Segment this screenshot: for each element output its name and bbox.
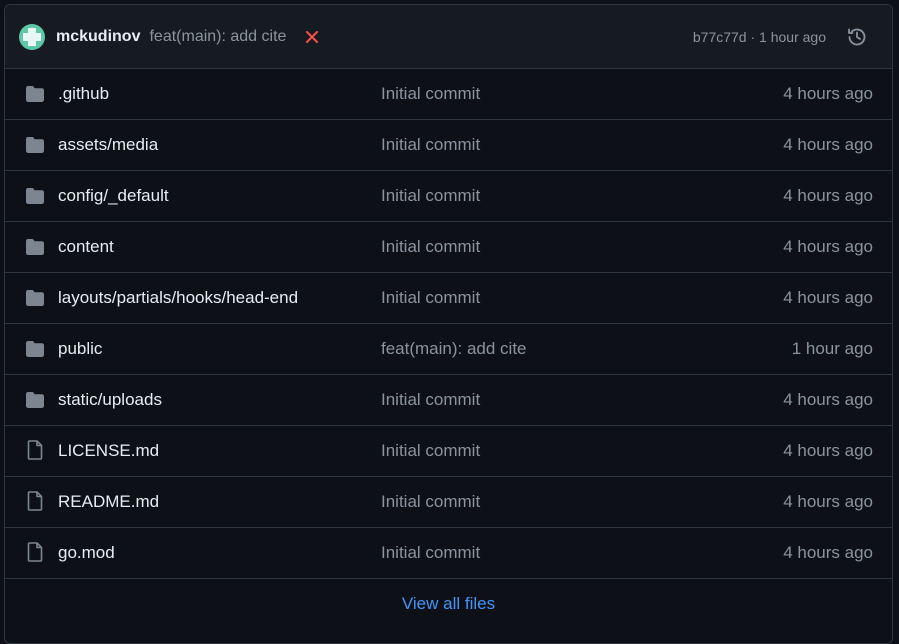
file-commit-message-link[interactable]: Initial commit: [381, 84, 480, 104]
file-commit-message-link[interactable]: Initial commit: [381, 237, 480, 257]
file-name-link[interactable]: layouts/partials/hooks/head-end: [58, 288, 298, 308]
folder-icon: [25, 340, 45, 360]
file-row[interactable]: .github Initial commit 4 hours ago: [5, 69, 892, 120]
file-row[interactable]: LICENSE.md Initial commit 4 hours ago: [5, 426, 892, 477]
file-icon: [27, 491, 47, 511]
folder-icon: [25, 238, 45, 258]
file-commit-message-link[interactable]: Initial commit: [381, 492, 480, 512]
x-icon[interactable]: [304, 29, 320, 45]
file-row[interactable]: public feat(main): add cite 1 hour ago: [5, 324, 892, 375]
commit-author-link[interactable]: mckudinov: [56, 28, 140, 46]
file-commit-message-link[interactable]: Initial commit: [381, 441, 480, 461]
view-all-files-link[interactable]: View all files: [402, 594, 495, 614]
commit-meta: b77c77d · 1 hour ago: [693, 29, 826, 45]
file-list-box: mckudinov feat(main): add cite b77c77d ·…: [4, 4, 893, 644]
commit-hash[interactable]: b77c77d: [693, 29, 747, 45]
file-commit-age: 4 hours ago: [783, 543, 873, 562]
file-name-link[interactable]: .github: [58, 84, 109, 104]
folder-icon: [25, 391, 45, 411]
folder-icon: [25, 187, 45, 207]
folder-icon: [25, 136, 45, 156]
folder-icon: [25, 289, 45, 309]
latest-commit-header: mckudinov feat(main): add cite b77c77d ·…: [5, 5, 892, 69]
file-row[interactable]: config/_default Initial commit 4 hours ago: [5, 171, 892, 222]
file-commit-message-link[interactable]: feat(main): add cite: [381, 339, 527, 359]
file-name-link[interactable]: go.mod: [58, 543, 115, 563]
file-commit-message-link[interactable]: Initial commit: [381, 543, 480, 563]
commit-message-link[interactable]: feat(main): add cite: [149, 28, 286, 46]
file-commit-message-link[interactable]: Initial commit: [381, 135, 480, 155]
file-row[interactable]: layouts/partials/hooks/head-end Initial c…: [5, 273, 892, 324]
file-commit-age: 4 hours ago: [783, 237, 873, 256]
file-list-footer: View all files: [5, 579, 892, 629]
file-name-link[interactable]: assets/media: [58, 135, 158, 155]
history-icon[interactable]: [846, 26, 868, 48]
file-commit-message-link[interactable]: Initial commit: [381, 390, 480, 410]
file-commit-age: 4 hours ago: [783, 84, 873, 103]
file-icon: [27, 542, 47, 562]
file-commit-age: 1 hour ago: [791, 339, 873, 358]
file-commit-message-link[interactable]: Initial commit: [381, 186, 480, 206]
file-row[interactable]: assets/media Initial commit 4 hours ago: [5, 120, 892, 171]
file-name-link[interactable]: public: [58, 339, 102, 359]
file-commit-age: 4 hours ago: [783, 135, 873, 154]
file-rows: .github Initial commit 4 hours ago assets/m…: [5, 69, 892, 579]
folder-icon: [25, 85, 45, 105]
commit-time: 1 hour ago: [759, 28, 826, 45]
file-commit-age: 4 hours ago: [783, 390, 873, 409]
file-row[interactable]: static/uploads Initial commit 4 hours ago: [5, 375, 892, 426]
file-row[interactable]: go.mod Initial commit 4 hours ago: [5, 528, 892, 579]
file-icon: [27, 440, 47, 460]
file-name-link[interactable]: config/_default: [58, 186, 169, 206]
file-commit-age: 4 hours ago: [783, 492, 873, 511]
file-commit-age: 4 hours ago: [783, 441, 873, 460]
meta-separator: ·: [746, 28, 760, 45]
file-commit-age: 4 hours ago: [783, 288, 873, 307]
file-row[interactable]: README.md Initial commit 4 hours ago: [5, 477, 892, 528]
file-commit-age: 4 hours ago: [783, 186, 873, 205]
author-avatar[interactable]: [19, 23, 45, 50]
file-name-link[interactable]: README.md: [58, 492, 159, 512]
file-name-link[interactable]: content: [58, 237, 114, 257]
file-row[interactable]: content Initial commit 4 hours ago: [5, 222, 892, 273]
file-name-link[interactable]: LICENSE.md: [58, 441, 159, 461]
file-name-link[interactable]: static/uploads: [58, 390, 162, 410]
file-commit-message-link[interactable]: Initial commit: [381, 288, 480, 308]
